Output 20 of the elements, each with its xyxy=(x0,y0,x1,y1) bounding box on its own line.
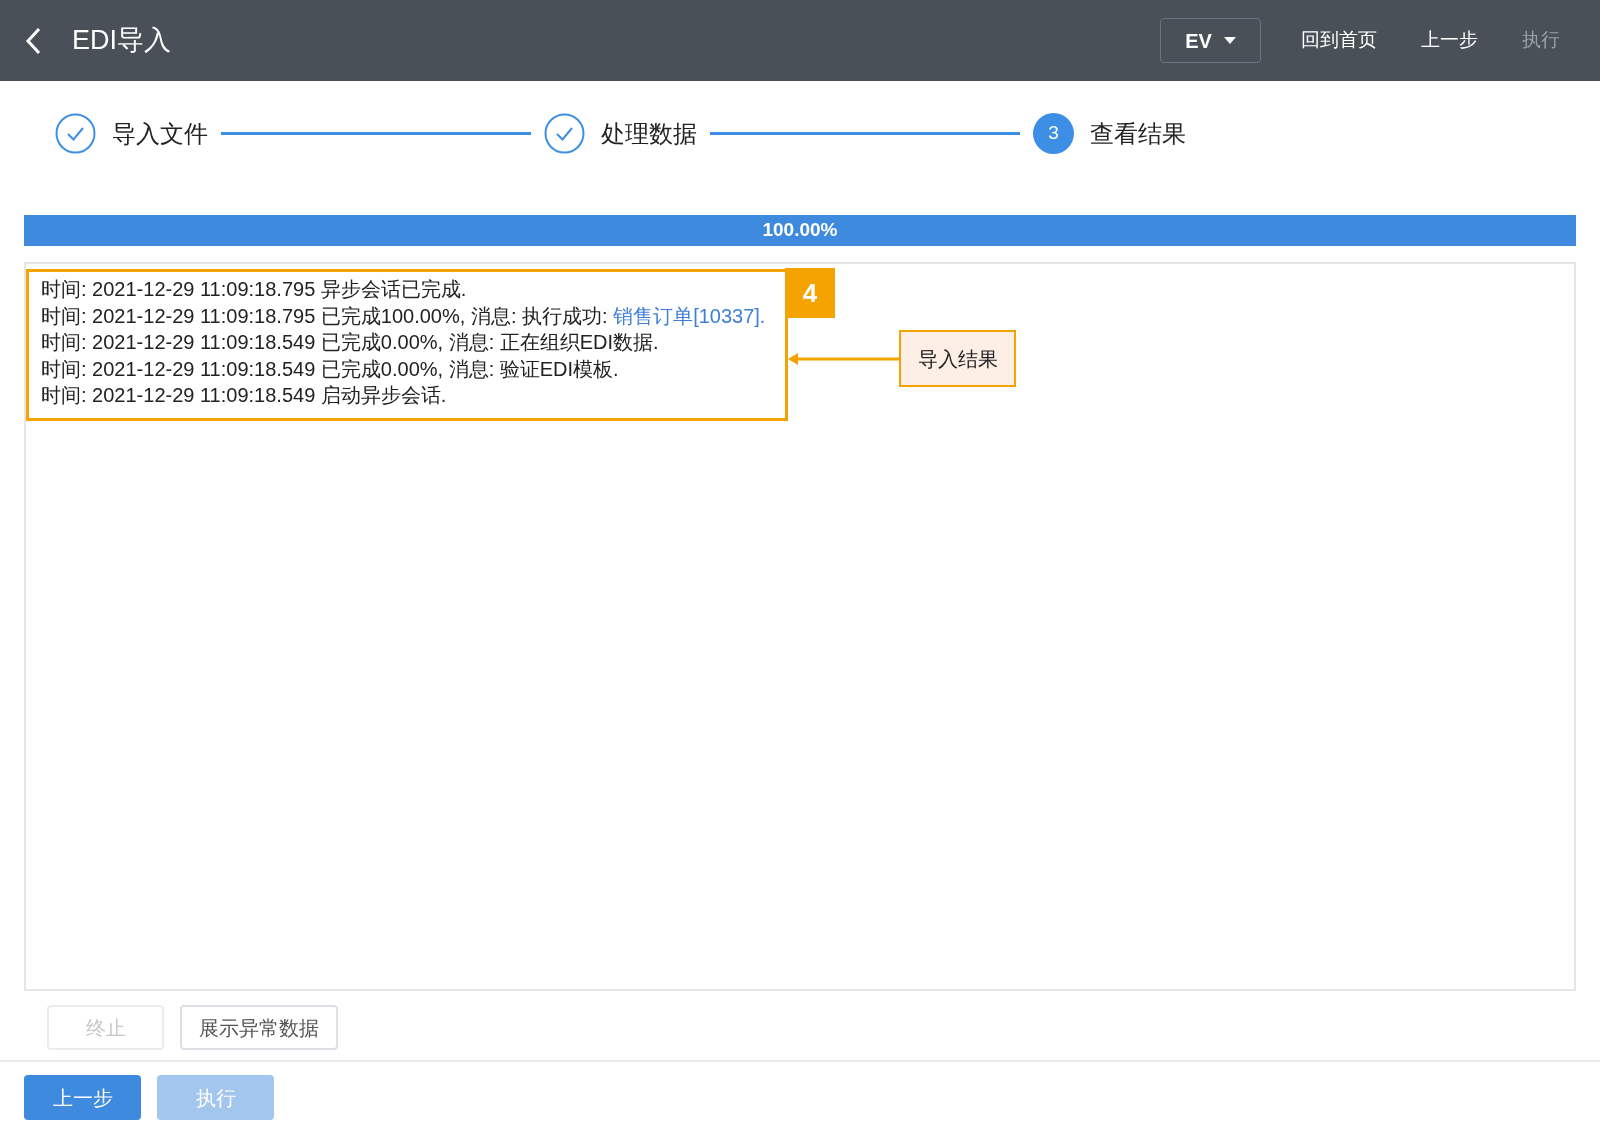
step-badge: 4 xyxy=(785,268,835,318)
log-line: 时间: 2021-12-29 11:09:18.549 启动异步会话. xyxy=(41,383,447,408)
panel-button[interactable]: 展示异常数据 xyxy=(180,1005,338,1050)
step-label: 处理数据 xyxy=(601,118,697,149)
caret-icon xyxy=(1223,37,1236,44)
header-action-button[interactable]: 回到首页 xyxy=(1297,26,1381,55)
page-title: EDI导入 xyxy=(72,24,171,58)
header-action-button[interactable]: 上一步 xyxy=(1417,26,1482,55)
footer-button[interactable]: 上一步 xyxy=(24,1075,141,1120)
callout-label: 导入结果 xyxy=(899,330,1016,387)
step-label: 查看结果 xyxy=(1090,118,1186,149)
step-label: 导入文件 xyxy=(112,118,208,149)
progress-reading: 100.00% xyxy=(761,218,839,243)
step-number: 3 xyxy=(1033,113,1074,154)
log-line: 时间: 2021-12-29 11:09:18.549 已完成0.00%, 消息: 验证EDI模板. xyxy=(41,356,619,382)
log-line: 时间: 2021-12-29 11:09:18.795 异步会话已完成. xyxy=(41,277,467,302)
log-line: 时间: 2021-12-29 11:09:18.549 已完成0.00%, 消息: 正在组织EDI数据. xyxy=(41,330,659,355)
log-line: 时间: 2021-12-29 11:09:18.795 已完成100.00%, 消息: 执行成功: 销售订单[10337]. xyxy=(41,303,766,329)
language-dropdown[interactable]: EV xyxy=(1160,18,1261,63)
order-link[interactable]: 销售订单[10337]. xyxy=(613,304,766,327)
